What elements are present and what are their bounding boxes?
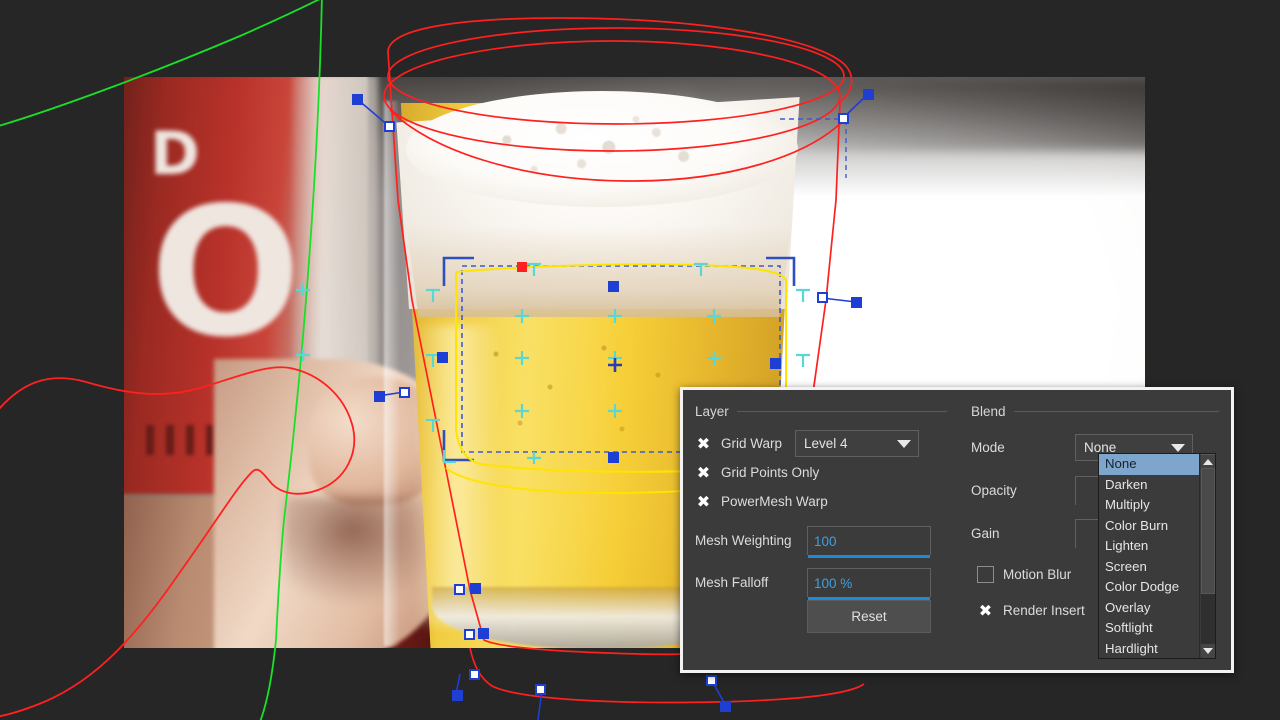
- grid-warp-level-dropdown[interactable]: Level 4: [795, 430, 919, 457]
- blend-mode-option[interactable]: Hardlight: [1099, 639, 1199, 660]
- motion-blur-label: Motion Blur: [1003, 567, 1071, 582]
- can-letter-o: O: [150, 193, 299, 353]
- mesh-weighting-slider[interactable]: [808, 555, 930, 558]
- blend-mode-label: Mode: [971, 440, 1055, 455]
- mesh-weighting-input[interactable]: 100: [807, 526, 931, 555]
- grid-warp-row[interactable]: ✖ Grid Warp Level 4: [695, 429, 947, 458]
- grid-warp-label: Grid Warp: [721, 436, 782, 451]
- mesh-falloff-row[interactable]: Mesh Falloff 100 %: [695, 564, 947, 601]
- section-divider: [1014, 411, 1219, 412]
- mesh-weighting-value: 100: [814, 534, 837, 549]
- mesh-falloff-label: Mesh Falloff: [695, 575, 800, 590]
- blend-section-title: Blend: [971, 404, 1006, 419]
- grid-warp-level-value: Level 4: [804, 436, 848, 451]
- blend-mode-option[interactable]: Lighten: [1099, 536, 1199, 557]
- blend-section-header: Blend: [971, 404, 1219, 419]
- grid-points-only-row[interactable]: ✖ Grid Points Only: [695, 458, 947, 487]
- blend-mode-dropdown-list[interactable]: None Darken Multiply Color Burn Lighten …: [1098, 453, 1216, 659]
- gain-label: Gain: [971, 526, 1055, 541]
- scroll-down-arrow-icon[interactable]: [1201, 644, 1215, 658]
- reset-button[interactable]: Reset: [807, 600, 931, 633]
- app-canvas: D O: [0, 0, 1280, 720]
- chevron-down-icon: [897, 440, 911, 448]
- dropdown-scrollbar[interactable]: [1199, 454, 1215, 658]
- blend-mode-option[interactable]: None: [1099, 454, 1199, 475]
- motion-blur-checkbox[interactable]: [977, 566, 994, 583]
- scrollbar-track[interactable]: [1201, 468, 1215, 644]
- blend-mode-option[interactable]: Softlight: [1099, 618, 1199, 639]
- render-insert-label: Render Insert: [1003, 603, 1085, 618]
- mesh-falloff-input[interactable]: 100 %: [807, 568, 931, 597]
- mesh-falloff-value: 100 %: [814, 576, 852, 591]
- scroll-up-arrow-icon[interactable]: [1201, 454, 1215, 468]
- powermesh-warp-label: PowerMesh Warp: [721, 494, 828, 509]
- blend-mode-option[interactable]: Color Dodge: [1099, 577, 1199, 598]
- mesh-weighting-row[interactable]: Mesh Weighting 100: [695, 522, 947, 559]
- grid-points-only-checkbox[interactable]: ✖: [695, 464, 712, 481]
- foam-lower-edge: [394, 225, 804, 317]
- grid-warp-checkbox[interactable]: ✖: [695, 435, 712, 452]
- section-divider: [737, 411, 947, 412]
- scrollbar-thumb[interactable]: [1201, 468, 1215, 594]
- blend-mode-option[interactable]: Overlay: [1099, 598, 1199, 619]
- layer-section: Layer ✖ Grid Warp Level 4 ✖ Grid Points …: [683, 390, 959, 670]
- blend-mode-option[interactable]: Screen: [1099, 557, 1199, 578]
- powermesh-warp-checkbox[interactable]: ✖: [695, 493, 712, 510]
- layer-section-header: Layer: [695, 404, 947, 419]
- opacity-label: Opacity: [971, 483, 1055, 498]
- mesh-weighting-label: Mesh Weighting: [695, 533, 800, 548]
- layer-section-title: Layer: [695, 404, 729, 419]
- foam-bubbles: [432, 103, 772, 195]
- blend-mode-option[interactable]: Multiply: [1099, 495, 1199, 516]
- grid-points-only-label: Grid Points Only: [721, 465, 819, 480]
- powermesh-warp-row[interactable]: ✖ PowerMesh Warp: [695, 487, 947, 516]
- render-insert-checkbox[interactable]: ✖: [977, 602, 994, 619]
- chevron-down-icon: [1171, 444, 1185, 452]
- blend-mode-option[interactable]: Color Burn: [1099, 516, 1199, 537]
- glass-left-rim-highlight: [384, 101, 400, 646]
- blend-mode-option[interactable]: Darken: [1099, 475, 1199, 496]
- blend-mode-option-list[interactable]: None Darken Multiply Color Burn Lighten …: [1099, 454, 1199, 658]
